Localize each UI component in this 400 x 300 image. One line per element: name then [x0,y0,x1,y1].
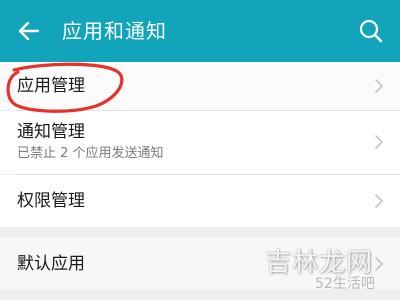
list-item-app-management[interactable]: 应用管理 [0,62,400,110]
list-item-notification-management[interactable]: 通知管理 已禁止 2 个应用发送通知 [0,111,400,174]
chevron-right-icon [375,79,383,93]
item-title: 默认应用 [17,254,85,274]
chevron-right-icon [375,194,383,208]
list-item-permission-management[interactable]: 权限管理 [0,175,400,227]
page-title: 应用和通知 [62,19,167,43]
chevron-right-icon [375,257,383,271]
app-header: 应用和通知 [0,0,400,62]
section-gap [0,227,400,237]
item-subtitle: 已禁止 2 个应用发送通知 [17,146,164,161]
watermark-logo-text: 吉林龙网 [265,248,374,278]
item-title: 通知管理 [17,122,85,142]
search-icon[interactable] [358,18,384,44]
back-arrow-icon[interactable] [16,18,42,44]
watermark-sub-text: 52生活吧 [315,276,375,292]
chevron-right-icon [375,135,383,149]
item-title: 权限管理 [17,191,85,211]
item-title: 应用管理 [17,76,85,96]
